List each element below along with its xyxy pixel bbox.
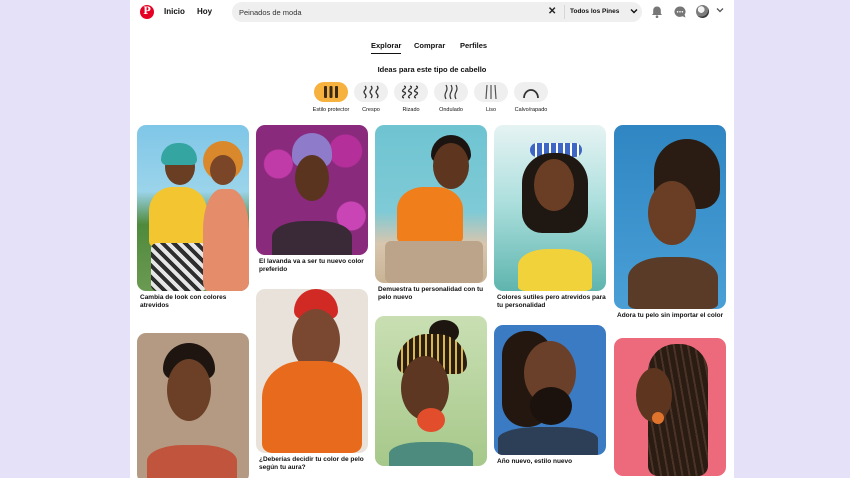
pin-card[interactable]: Adora tu pelo sin importar el color — [614, 125, 726, 320]
chevron-down-icon[interactable] — [630, 7, 638, 15]
user-avatar[interactable] — [696, 5, 709, 18]
curly-icon — [401, 85, 419, 99]
pin-column-1: Cambia de look con colores atrevidos — [137, 125, 249, 478]
hair-type-straight[interactable]: Liso — [471, 82, 511, 116]
yellow-top — [518, 249, 592, 291]
wavy-icon — [444, 84, 458, 100]
top-header: P Inicio Hoy Peinados de moda ✕ Todos lo… — [130, 0, 734, 24]
orange-jacket — [397, 187, 463, 243]
explore-tabs: Explorar Comprar Perfiles — [130, 41, 734, 55]
pin-image[interactable] — [137, 125, 249, 291]
pin-caption: El lavanda va a ser tu nuevo color prefe… — [259, 258, 364, 273]
tab-comprar[interactable]: Comprar — [414, 41, 445, 50]
chip-pill — [314, 82, 348, 102]
pin-caption: Colores sutiles pero atrevidos para tu p… — [497, 294, 606, 309]
chip-label: Rizado — [402, 107, 420, 113]
nav-hoy[interactable]: Hoy — [197, 7, 212, 16]
colored-hair — [161, 143, 197, 165]
chip-pill — [474, 82, 508, 102]
pin-card[interactable] — [614, 338, 726, 476]
pinterest-window: P Inicio Hoy Peinados de moda ✕ Todos lo… — [130, 0, 734, 478]
search-bar[interactable]: Peinados de moda ✕ Todos los Pines — [232, 2, 642, 22]
patterned-shirt — [147, 445, 237, 478]
protective-style-icon — [324, 86, 338, 98]
pin-card[interactable]: Colores sutiles pero atrevidos para tu p… — [494, 125, 606, 310]
pin-card[interactable]: El lavanda va a ser tu nuevo color prefe… — [256, 125, 368, 274]
nav-inicio[interactable]: Inicio — [164, 7, 185, 16]
top — [272, 221, 352, 255]
earring — [652, 412, 664, 424]
pin-image[interactable] — [256, 289, 368, 453]
person-head — [210, 155, 236, 185]
pin-column-5: Adora tu pelo sin importar el color — [614, 125, 726, 476]
pin-image[interactable] — [614, 125, 726, 309]
straight-icon — [485, 84, 497, 100]
bald-icon — [523, 89, 539, 99]
pin-column-3: Demuestra tu personalidad con tu pelo nu… — [375, 125, 487, 466]
pin-column-2: El lavanda va a ser tu nuevo color prefe… — [256, 125, 368, 472]
chip-pill — [434, 82, 468, 102]
pin-caption: Cambia de look con colores atrevidos — [140, 294, 227, 309]
account-chevron-icon[interactable] — [716, 6, 724, 14]
pin-image[interactable] — [614, 338, 726, 476]
chip-pill — [354, 82, 388, 102]
ideas-heading: Ideas para este tipo de cabello — [377, 65, 487, 74]
earring — [417, 408, 445, 432]
person-head — [167, 359, 211, 421]
hair-type-protective[interactable]: Estilo protector — [311, 82, 351, 116]
pin-card[interactable]: ¿Deberías decidir tu color de pelo según… — [256, 289, 368, 472]
pin-card[interactable] — [137, 333, 249, 478]
pin-card[interactable]: Cambia de look con colores atrevidos — [137, 125, 249, 310]
tab-explorar[interactable]: Explorar — [371, 41, 402, 54]
pin-image[interactable] — [494, 325, 606, 455]
pin-card[interactable]: Demuestra tu personalidad con tu pelo nu… — [375, 125, 487, 302]
pin-image[interactable] — [137, 333, 249, 478]
rock — [385, 241, 483, 283]
clear-search-icon[interactable]: ✕ — [548, 6, 556, 18]
yellow-top — [149, 187, 207, 247]
pin-image[interactable] — [375, 316, 487, 466]
teal-top — [389, 442, 473, 466]
checkered-pants — [151, 243, 207, 291]
hair-type-bald[interactable]: Calvo/rapado — [511, 82, 551, 116]
pin-card[interactable]: Año nuevo, estilo nuevo — [494, 325, 606, 466]
hair-type-curly[interactable]: Rizado — [391, 82, 431, 116]
chip-label: Ondulado — [439, 107, 463, 113]
pin-column-4: Colores sutiles pero atrevidos para tu p… — [494, 125, 606, 466]
person-head — [433, 143, 469, 189]
chip-label: Calvo/rapado — [514, 107, 548, 113]
pin-caption: Adora tu pelo sin importar el color — [617, 312, 724, 319]
jacket — [498, 427, 598, 455]
tab-perfiles[interactable]: Perfiles — [460, 41, 487, 50]
person-head — [648, 181, 696, 245]
orange-top — [262, 361, 362, 453]
beard — [530, 387, 572, 425]
hair-type-coily[interactable]: Crespo — [351, 82, 391, 116]
shoulders — [628, 257, 718, 309]
pin-caption: Demuestra tu personalidad con tu pelo nu… — [378, 286, 484, 301]
chip-label: Crespo — [362, 107, 380, 113]
pin-card[interactable] — [375, 316, 487, 466]
chip-label: Liso — [485, 107, 497, 113]
pin-caption: ¿Deberías decidir tu color de pelo según… — [259, 456, 364, 471]
pin-image[interactable] — [494, 125, 606, 291]
pinterest-logo-icon[interactable]: P — [140, 5, 154, 19]
chip-pill — [514, 82, 548, 102]
hair-type-wavy[interactable]: Ondulado — [431, 82, 471, 116]
search-divider — [564, 5, 565, 19]
pin-caption: Año nuevo, estilo nuevo — [497, 458, 573, 465]
chip-label: Estilo protector — [312, 107, 350, 113]
person-head — [534, 159, 574, 211]
search-scope-dropdown[interactable]: Todos los Pines — [570, 8, 619, 15]
coily-icon — [363, 85, 379, 99]
chip-pill — [394, 82, 428, 102]
pink-dress — [203, 189, 249, 291]
person-head — [295, 155, 329, 201]
pin-image[interactable] — [375, 125, 487, 283]
search-input[interactable]: Peinados de moda — [239, 8, 302, 17]
pin-image[interactable] — [256, 125, 368, 255]
messages-icon[interactable] — [673, 5, 687, 19]
notifications-bell-icon[interactable] — [650, 5, 664, 19]
